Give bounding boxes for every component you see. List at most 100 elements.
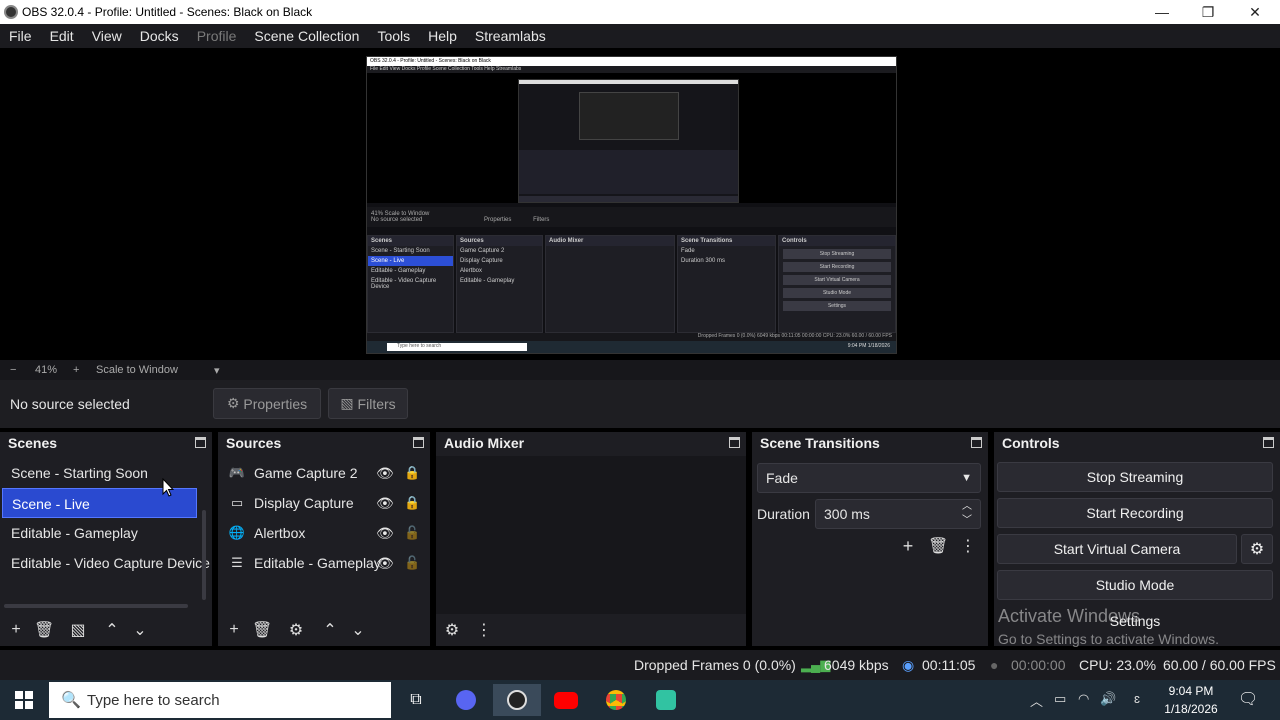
- nested-source: Editable - Gameplay: [460, 278, 515, 284]
- source-item[interactable]: ▭ Display Capture 👁 🔒: [220, 488, 424, 518]
- menu-dots-icon[interactable]: ⋮: [958, 536, 978, 556]
- trash-icon[interactable]: 🗑: [252, 620, 272, 640]
- windows-taskbar: 🔍 Type here to search ⧉ ︿ ▭ ◠ 🔊 ɛ 9:04 P…: [0, 680, 1280, 720]
- studio-mode-button[interactable]: Studio Mode: [997, 570, 1273, 600]
- monitor-icon: ▭: [230, 495, 244, 510]
- volume-icon[interactable]: 🔊: [1100, 691, 1116, 707]
- windows-start-icon[interactable]: [15, 691, 33, 709]
- filters-button[interactable]: ▧ Filters: [328, 388, 408, 419]
- undock-icon[interactable]: [1263, 437, 1274, 448]
- show-hidden-icons[interactable]: ︿: [1030, 691, 1043, 710]
- language-icon[interactable]: ɛ: [1134, 691, 1140, 706]
- source-label: Alertbox: [254, 525, 306, 541]
- nested-button: Start Recording: [783, 262, 891, 272]
- menu-streamlabs[interactable]: Streamlabs: [466, 28, 555, 44]
- menu-help[interactable]: Help: [419, 28, 466, 44]
- menu-file[interactable]: File: [0, 28, 41, 44]
- battery-icon[interactable]: ▭: [1054, 691, 1066, 707]
- menu-edit[interactable]: Edit: [41, 28, 83, 44]
- undock-icon[interactable]: [729, 437, 740, 448]
- vertical-scrollbar[interactable]: [202, 510, 206, 600]
- nested-clock: 9:04 PM 1/18/2026: [847, 343, 890, 349]
- menu-dots-icon[interactable]: ⋮: [474, 620, 494, 640]
- properties-button[interactable]: ⚙ Properties: [213, 388, 321, 419]
- undock-icon[interactable]: [971, 437, 982, 448]
- transition-select[interactable]: Fade ▼: [757, 463, 981, 493]
- trash-icon[interactable]: 🗑: [34, 620, 54, 640]
- title-bar: OBS 32.0.4 - Profile: Untitled - Scenes:…: [0, 0, 1280, 24]
- down-icon[interactable]: ⌄: [130, 620, 150, 640]
- spin-down-icon[interactable]: ﹀: [962, 514, 972, 528]
- mixer-area: [436, 456, 746, 614]
- scene-transitions-dock: Scene Transitions Fade ▼ Duration 300 ms…: [752, 432, 988, 646]
- nested-status: Dropped Frames 0 (0.0%) 6049 kbps 00:11:…: [367, 333, 896, 341]
- nested-inner-window: [518, 79, 739, 203]
- add-icon[interactable]: +: [224, 621, 244, 639]
- start-recording-button[interactable]: Start Recording: [997, 498, 1273, 528]
- restore-button[interactable]: ❐: [1185, 0, 1231, 24]
- unlock-icon[interactable]: 🔓: [404, 525, 420, 541]
- preview-canvas[interactable]: OBS 32.0.4 - Profile: Untitled - Scenes:…: [0, 48, 1280, 360]
- notifications-icon[interactable]: 🗨: [1238, 689, 1258, 709]
- source-item[interactable]: 🎮 Game Capture 2 👁 🔒: [220, 458, 424, 488]
- lock-icon[interactable]: 🔒: [404, 465, 420, 481]
- advanced-audio-icon[interactable]: ⚙: [442, 620, 462, 640]
- virtual-camera-settings-button[interactable]: ⚙: [1241, 534, 1273, 564]
- lock-icon[interactable]: 🔒: [404, 495, 420, 511]
- undock-icon[interactable]: [413, 437, 424, 448]
- menu-scene-collection[interactable]: Scene Collection: [245, 28, 368, 44]
- search-placeholder: Type here to search: [87, 691, 220, 709]
- window-title: OBS 32.0.4 - Profile: Untitled - Scenes:…: [22, 5, 313, 19]
- cpu-usage: CPU: 23.0%: [1079, 657, 1157, 673]
- start-virtual-camera-button[interactable]: Start Virtual Camera: [997, 534, 1237, 564]
- scale-mode-dropdown[interactable]: ▾: [214, 364, 220, 377]
- zoom-bar: − 41% + Scale to Window ▾: [0, 360, 1280, 380]
- undock-icon[interactable]: [195, 437, 206, 448]
- obs-taskbar-icon[interactable]: [493, 684, 541, 716]
- gear-icon[interactable]: ⚙: [286, 620, 306, 640]
- up-icon[interactable]: ⌃: [102, 620, 122, 640]
- eye-icon[interactable]: 👁: [376, 525, 394, 542]
- horizontal-scrollbar[interactable]: [4, 604, 188, 608]
- add-icon[interactable]: +: [898, 536, 918, 557]
- stop-streaming-button[interactable]: Stop Streaming: [997, 462, 1273, 492]
- down-icon[interactable]: ⌄: [348, 620, 368, 640]
- up-icon[interactable]: ⌃: [320, 620, 340, 640]
- streamlabs-icon[interactable]: [646, 684, 686, 716]
- zoom-out-button[interactable]: −: [10, 364, 16, 376]
- trash-icon[interactable]: 🗑: [928, 536, 948, 556]
- add-icon[interactable]: +: [6, 621, 26, 639]
- eye-icon[interactable]: 👁: [376, 495, 394, 512]
- duration-spinbox[interactable]: 300 ms ︿ ﹀: [815, 499, 981, 529]
- menu-docks[interactable]: Docks: [131, 28, 188, 44]
- taskbar-time[interactable]: 9:04 PM: [1168, 684, 1214, 698]
- close-button[interactable]: ✕: [1232, 0, 1278, 24]
- menu-view[interactable]: View: [83, 28, 131, 44]
- chrome-icon[interactable]: [596, 684, 636, 716]
- spin-up-icon[interactable]: ︿: [962, 500, 972, 514]
- unlock-icon[interactable]: 🔓: [404, 555, 420, 571]
- zoom-in-button[interactable]: +: [73, 364, 79, 376]
- nested-scenes-title: Scenes: [368, 236, 453, 246]
- eye-icon[interactable]: 👁: [376, 465, 394, 482]
- scene-item[interactable]: Editable - Video Capture Device: [2, 548, 210, 578]
- minimize-button[interactable]: —: [1139, 0, 1185, 24]
- filter-icon[interactable]: ▧: [68, 620, 88, 640]
- discord-icon[interactable]: [446, 684, 486, 716]
- taskbar-search-input[interactable]: 🔍 Type here to search: [49, 682, 391, 718]
- task-view-icon[interactable]: ⧉: [396, 684, 436, 716]
- youtube-icon[interactable]: [546, 684, 586, 716]
- nested-button: Settings: [783, 301, 891, 311]
- taskbar-date[interactable]: 1/18/2026: [1162, 702, 1220, 716]
- scene-item[interactable]: Editable - Gameplay: [2, 518, 197, 548]
- eye-icon[interactable]: 👁: [376, 555, 394, 572]
- obs-logo-icon: [4, 5, 18, 19]
- wifi-icon[interactable]: ◠: [1078, 691, 1089, 707]
- source-item[interactable]: 🌐 Alertbox 👁 🔓: [220, 518, 424, 548]
- source-item[interactable]: ☰ Editable - Gameplay 👁 🔓: [220, 548, 424, 578]
- menu-profile[interactable]: Profile: [188, 28, 246, 44]
- menu-tools[interactable]: Tools: [368, 28, 419, 44]
- nested-source: Game Capture 2: [460, 248, 505, 254]
- source-label: Display Capture: [254, 495, 354, 511]
- source-toolbar: No source selected ⚙ Properties ▧ Filter…: [0, 380, 1280, 428]
